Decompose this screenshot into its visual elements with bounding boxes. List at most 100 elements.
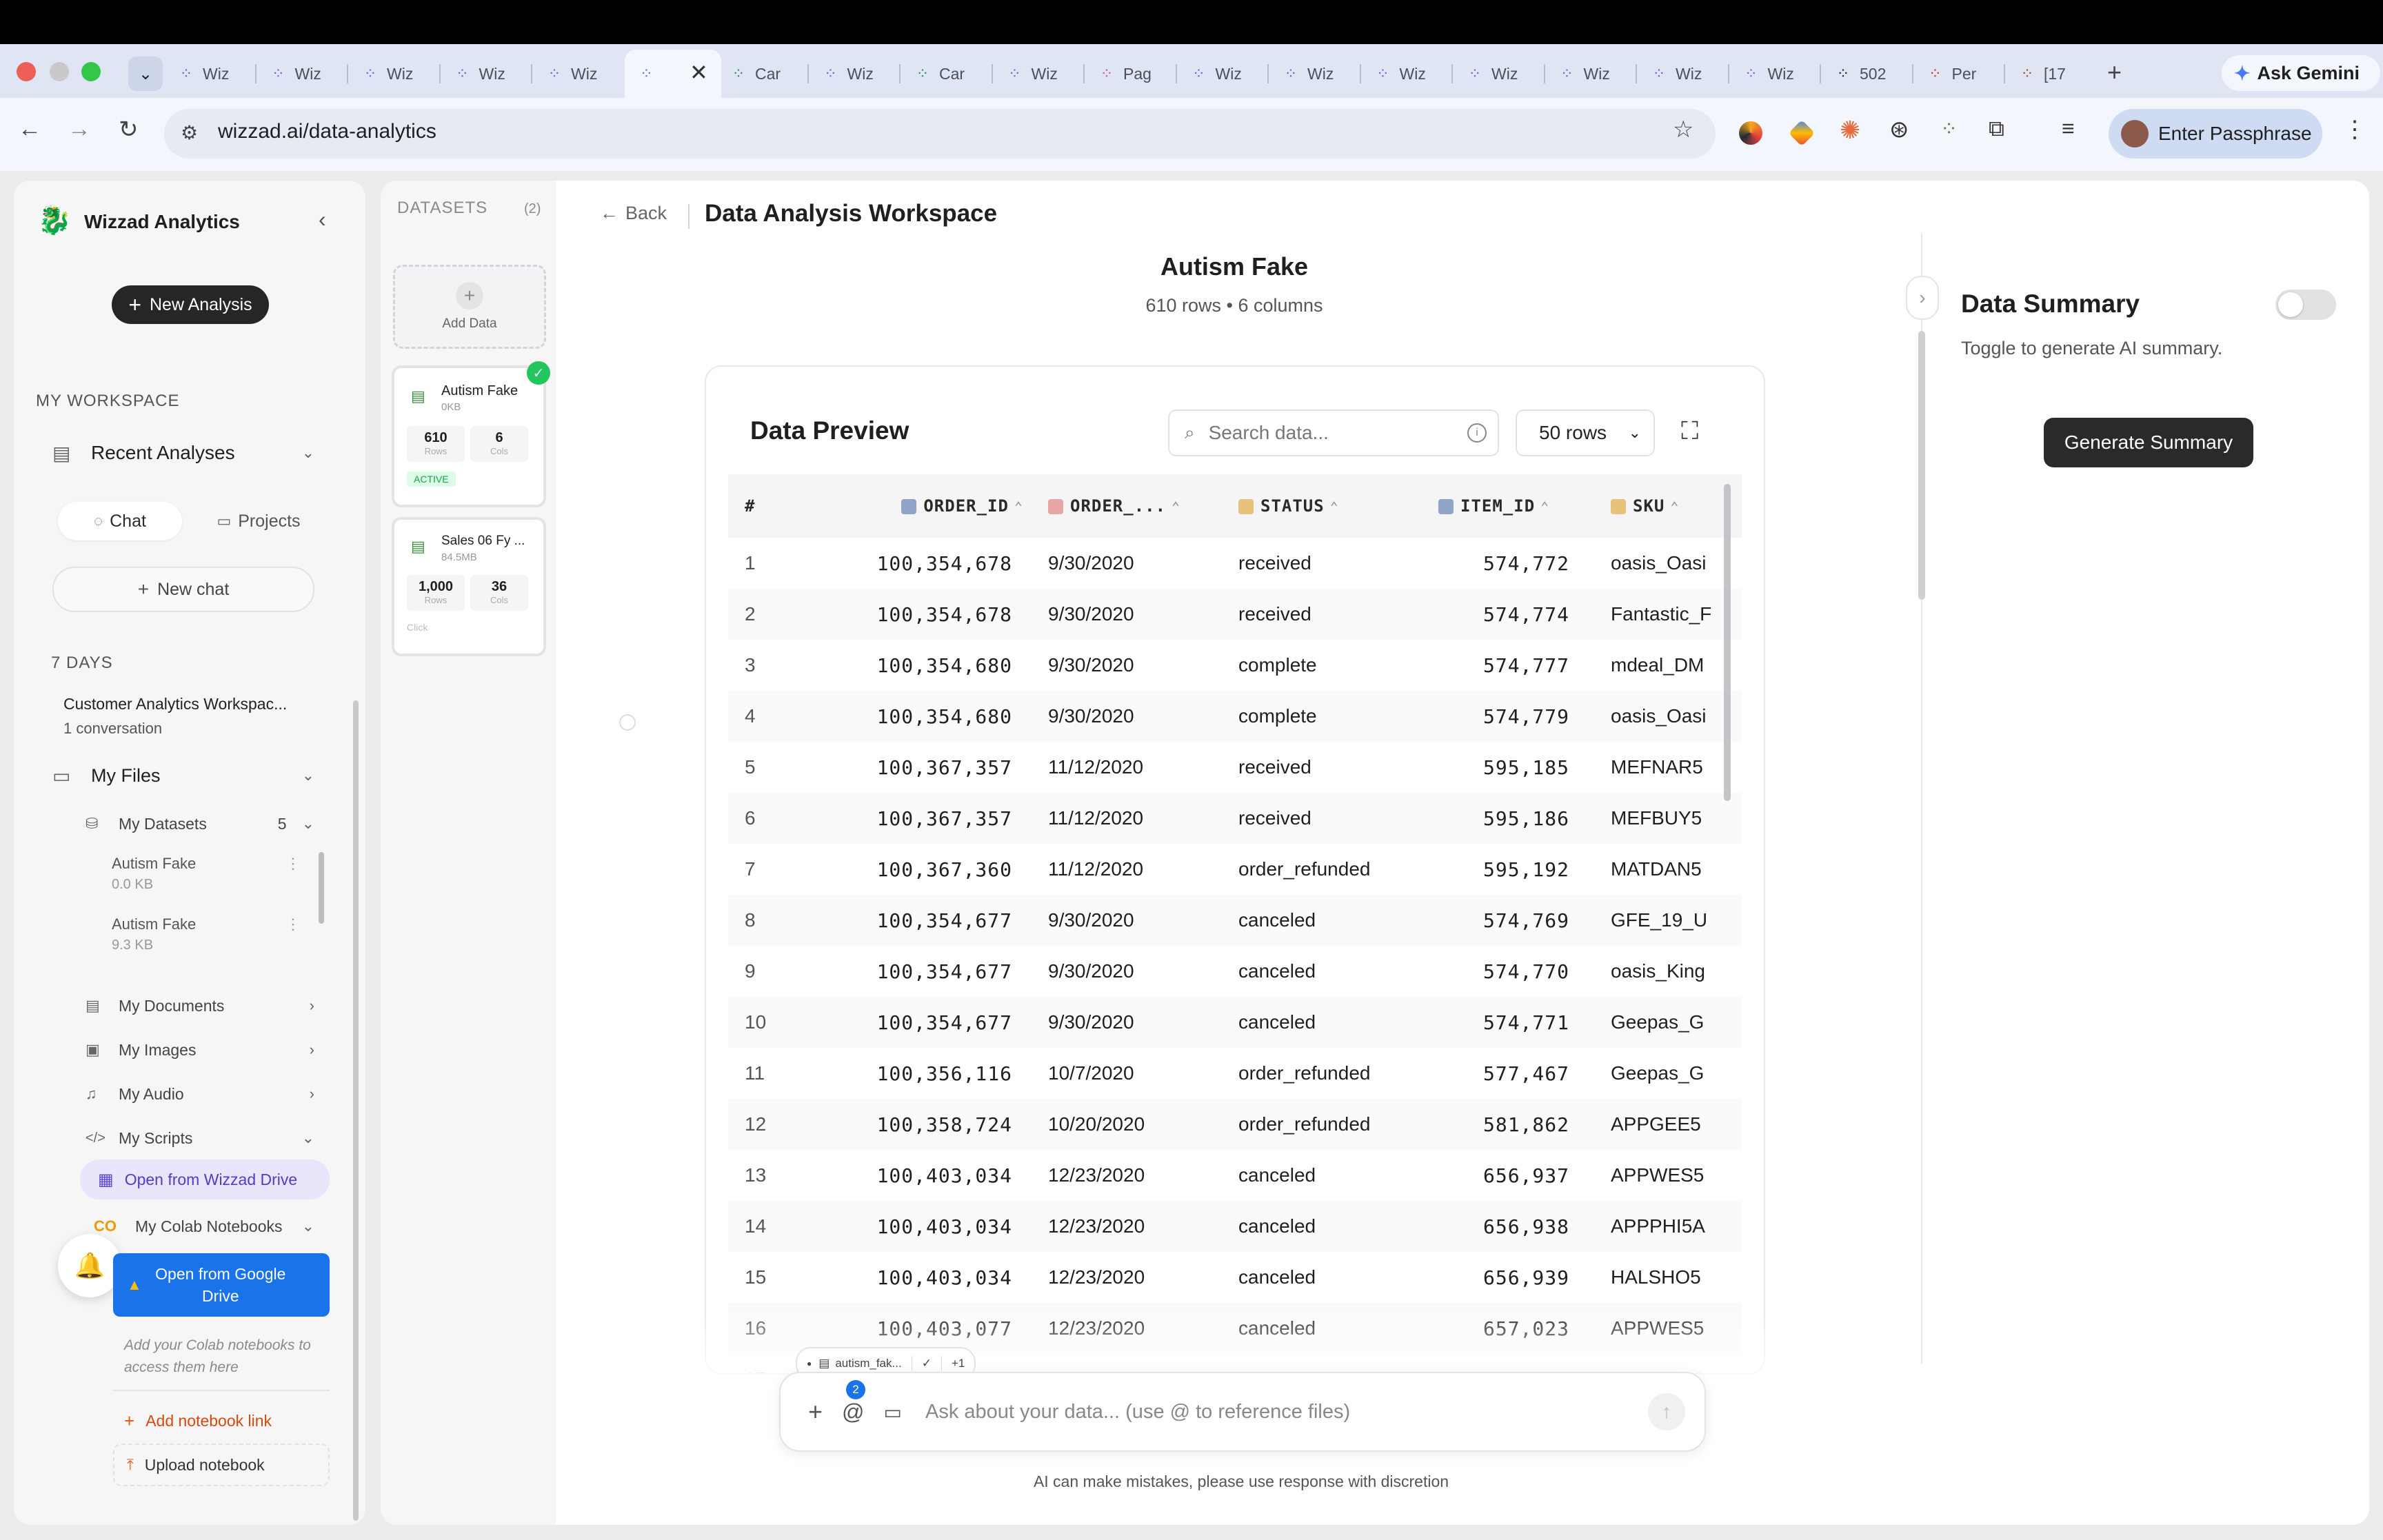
table-row[interactable]: 15 100,403,034 12/23/2020 canceled 656,939 HA… (728, 1252, 1742, 1303)
table-row[interactable]: 5 100,367,357 11/12/2020 received 595,185 MEF… (728, 742, 1742, 793)
tab-projects[interactable]: ▭ Projects (200, 502, 317, 540)
add-notebook-link-button[interactable]: + Add notebook link (124, 1409, 272, 1432)
browser-tab[interactable]: ⁘ 502 (1822, 55, 1911, 92)
media-controls-icon[interactable]: ≡ (2062, 116, 2075, 141)
sort-icon[interactable]: ⌃ (1014, 498, 1023, 515)
rows-select[interactable]: 50 rows ⌄ (1516, 409, 1655, 456)
browser-menu-icon[interactable]: ⋮ (2343, 116, 2366, 143)
browser-tab[interactable]: ⁘ [17 (2007, 55, 2095, 92)
dataset-item[interactable]: Autism Fake 0.0 KB ⋮ (112, 855, 305, 893)
send-arrow-icon[interactable]: ↑ (1648, 1393, 1685, 1430)
dataset-item[interactable]: Autism Fake 9.3 KB ⋮ (112, 915, 305, 953)
forward-arrow-icon[interactable]: → (68, 116, 91, 143)
plus-icon[interactable]: + (808, 1397, 823, 1426)
monitor-icon[interactable]: ▭ (884, 1401, 902, 1424)
new-analysis-button[interactable]: + New Analysis (112, 285, 269, 324)
fullscreen-icon[interactable]: ⛶ (1681, 416, 1698, 446)
zoom-window-button[interactable] (81, 62, 101, 81)
generate-summary-button[interactable]: Generate Summary (2044, 418, 2253, 467)
table-row[interactable]: 4 100,354,680 9/30/2020 complete 574,779 oasi… (728, 691, 1742, 742)
my-scripts-toggle[interactable]: </> My Scripts ⌄ (86, 1126, 314, 1150)
browser-tab[interactable]: ⁘ Car (902, 55, 990, 92)
table-row[interactable]: 14 100,403,034 12/23/2020 canceled 656,938 AP… (728, 1201, 1742, 1252)
tab-chat[interactable]: ◌ Chat (58, 502, 182, 540)
browser-tab[interactable]: ⁘ Wiz (165, 55, 254, 92)
col-header-order-id[interactable]: ORDER_ID ⌃ (832, 474, 1032, 538)
col-header-item-id[interactable]: ITEM_ID ⌃ (1418, 474, 1597, 538)
col-header-order-date[interactable]: ORDER_... ⌃ (1032, 474, 1225, 538)
browser-tab[interactable]: ⁘ Wiz (1178, 55, 1267, 92)
browser-tab[interactable]: ⁘ Wiz (810, 55, 898, 92)
ask-gemini-button[interactable]: ✦ Ask Gemini (2222, 55, 2380, 91)
sidebar-scrollbar[interactable] (353, 700, 359, 1521)
my-documents-toggle[interactable]: ▤ My Documents › (86, 994, 314, 1017)
sort-icon[interactable]: ⌃ (1670, 498, 1679, 515)
col-header-status[interactable]: STATUS ⌃ (1225, 474, 1418, 538)
close-window-button[interactable] (17, 62, 36, 81)
browser-tab[interactable]: ⁘ Wiz (258, 55, 346, 92)
search-input[interactable]: ⌕ Search data... i (1168, 409, 1499, 456)
browser-tab[interactable]: ⁘ Wiz (1454, 55, 1542, 92)
extension-1-icon[interactable] (1739, 121, 1762, 145)
browser-tab[interactable]: ⁘ Wiz (1638, 55, 1727, 92)
table-scrollbar[interactable] (1724, 484, 1731, 801)
back-button[interactable]: ← Back (600, 203, 667, 224)
datasets-scrollbar[interactable] (319, 852, 324, 924)
collapse-sidebar-icon[interactable]: ‹ (319, 207, 326, 232)
extension-openai-icon[interactable]: ⊛ (1889, 116, 1909, 143)
browser-tab[interactable]: ⁘ Wiz (534, 55, 622, 92)
summary-scrollbar[interactable] (1918, 331, 1925, 600)
table-row[interactable]: 7 100,367,360 11/12/2020 order_refunded 595,… (728, 844, 1742, 895)
browser-tab[interactable]: ⁘ Wiz (1547, 55, 1635, 92)
table-row[interactable]: 12 100,358,724 10/20/2020 order_refunded 581… (728, 1099, 1742, 1150)
profile-passphrase-button[interactable]: Enter Passphrase (2109, 109, 2322, 159)
recent-analyses-toggle[interactable]: ▤ Recent Analyses ⌄ (52, 438, 314, 467)
my-datasets-toggle[interactable]: ⛁ My Datasets 5 ⌄ (86, 812, 314, 835)
browser-tab[interactable]: ⁘ Wiz (442, 55, 530, 92)
table-row[interactable]: 8 100,354,677 9/30/2020 canceled 574,769 GFE_… (728, 895, 1742, 946)
back-arrow-icon[interactable]: ← (18, 116, 41, 143)
dataset-card[interactable]: ▤ Sales 06 Fy ... 84.5MB 1,000 Rows 36 C… (392, 517, 546, 656)
sort-icon[interactable]: ⌃ (1172, 498, 1180, 515)
chat-input-box[interactable]: + @ 2 ▭ Ask about your data... (use @ to… (779, 1372, 1706, 1452)
extension-claude-icon[interactable]: ✺ (1840, 116, 1860, 145)
col-header-sku[interactable]: SKU ⌃ (1597, 474, 1742, 538)
more-options-icon[interactable]: ⋮ (285, 915, 301, 933)
new-tab-button[interactable]: + (2107, 58, 2122, 87)
my-images-toggle[interactable]: ▣ My Images › (86, 1038, 314, 1062)
sort-icon[interactable]: ⌃ (1330, 498, 1339, 515)
dataset-card-active[interactable]: ▤ Autism Fake 0KB 610 Rows 6 Cols ACTIVE (392, 365, 546, 507)
reload-icon[interactable]: ↻ (119, 116, 139, 143)
bookmark-star-icon[interactable]: ☆ (1673, 116, 1693, 143)
browser-tab[interactable]: ⁘ Wiz (1270, 55, 1358, 92)
sort-icon[interactable]: ⌃ (1540, 498, 1549, 515)
notifications-bell-icon[interactable]: 🔔 (58, 1234, 121, 1297)
browser-tab[interactable]: ⁘ Car (718, 55, 806, 92)
minimize-window-button[interactable] (50, 62, 69, 81)
more-options-icon[interactable]: ⋮ (285, 855, 301, 873)
browser-tab[interactable]: ⁘ Per (1915, 55, 2003, 92)
extensions-puzzle-icon[interactable]: ⧉ (1989, 116, 2004, 142)
my-colab-toggle[interactable]: CO My Colab Notebooks ⌄ (94, 1215, 314, 1238)
open-wizzad-drive-button[interactable]: ▦ Open from Wizzad Drive (80, 1159, 330, 1199)
tab-search-chevron-icon[interactable]: ⌄ (128, 57, 163, 91)
table-row[interactable]: 9 100,354,677 9/30/2020 canceled 574,770 oasi… (728, 946, 1742, 997)
my-audio-toggle[interactable]: ♫ My Audio › (86, 1082, 314, 1106)
browser-tab[interactable]: ⁘ Wiz (1363, 55, 1451, 92)
close-tab-icon[interactable]: ✕ (690, 59, 708, 85)
browser-tab[interactable]: ⁘ Wiz (994, 55, 1083, 92)
new-chat-button[interactable]: + New chat (52, 567, 314, 612)
my-files-toggle[interactable]: ▭ My Files ⌄ (52, 761, 314, 790)
browser-tab[interactable]: ⁘ Wiz (1731, 55, 1819, 92)
drag-handle[interactable] (619, 714, 636, 731)
url-text[interactable]: wizzad.ai/data-analytics (218, 120, 436, 143)
table-row[interactable]: 6 100,367,357 11/12/2020 received 595,186 MEF… (728, 793, 1742, 844)
add-data-button[interactable]: + Add Data (393, 265, 546, 349)
browser-tab[interactable]: ⁘ Wiz (350, 55, 438, 92)
site-info-icon[interactable]: ⚙ (181, 121, 198, 144)
conversation-title[interactable]: Customer Analytics Workspac... (63, 695, 287, 713)
expand-panel-chevron-icon[interactable]: › (1906, 276, 1939, 320)
summary-toggle[interactable] (2275, 290, 2336, 320)
open-google-drive-button[interactable]: ▲ Open from Google Drive (113, 1253, 330, 1317)
table-row[interactable]: 3 100,354,680 9/30/2020 complete 574,777 mdea… (728, 640, 1742, 691)
